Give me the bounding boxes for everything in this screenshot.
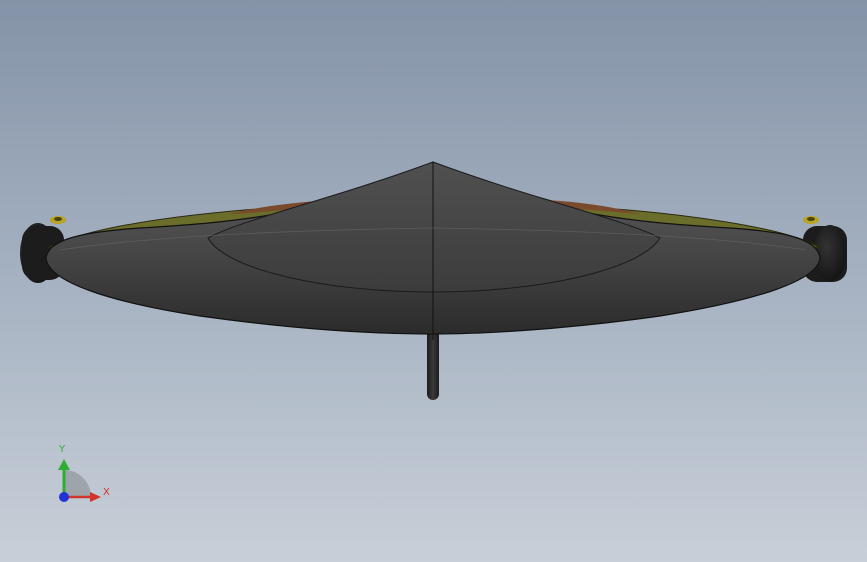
y-axis-label: Y — [59, 444, 66, 455]
3d-graphics-viewport[interactable]: Y X — [0, 0, 867, 562]
hydrofoil-wing-model[interactable] — [0, 0, 867, 562]
wing-center-dome — [207, 161, 661, 293]
x-axis-label: X — [103, 487, 110, 498]
